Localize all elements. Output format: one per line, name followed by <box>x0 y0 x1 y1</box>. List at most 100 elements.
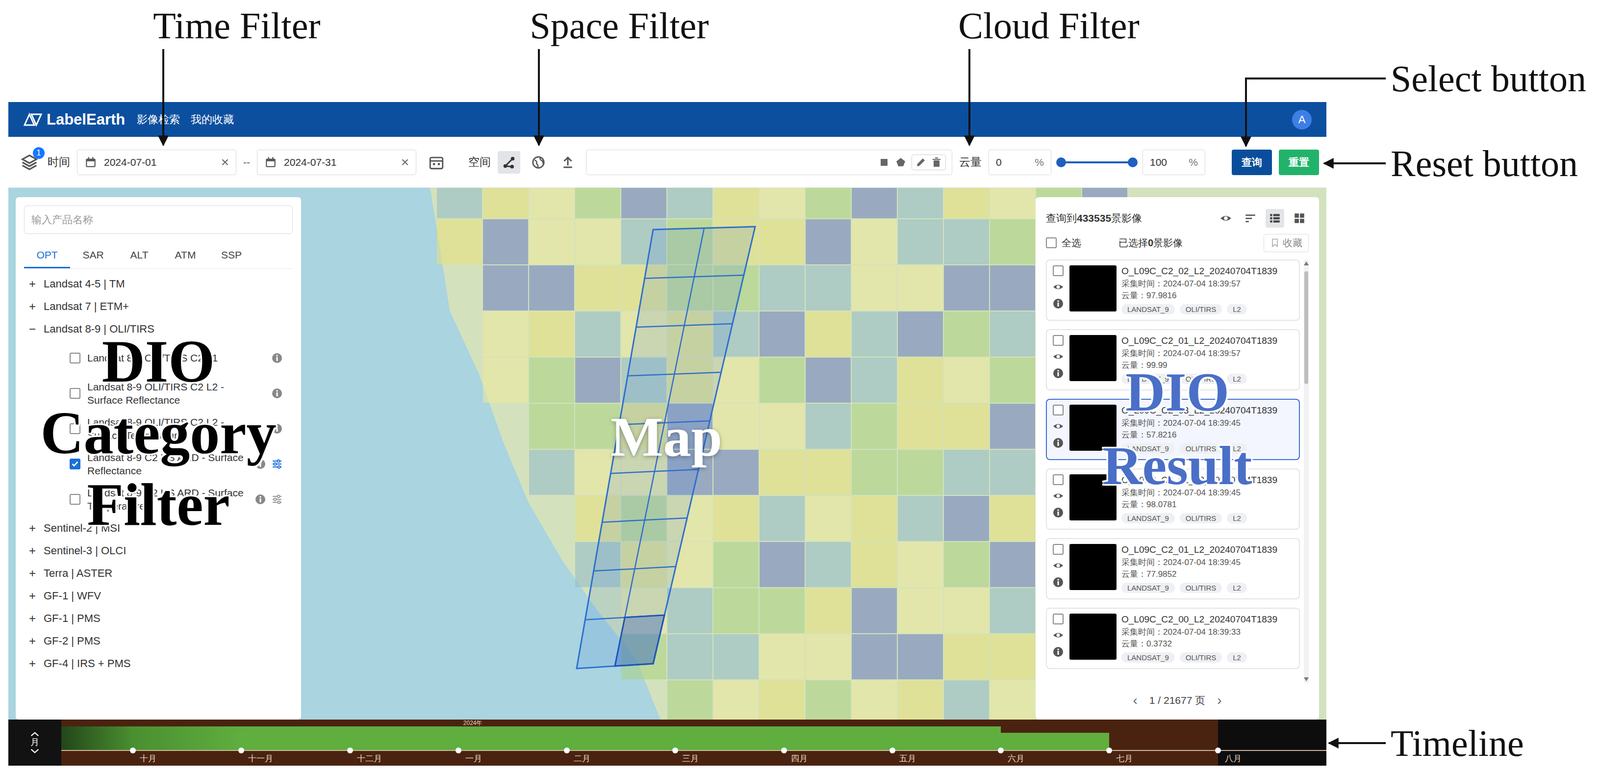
chevron-up-icon[interactable] <box>29 731 41 737</box>
nav-link[interactable]: 影像检索 <box>135 110 181 129</box>
eye-icon[interactable] <box>1052 350 1065 363</box>
sort-button[interactable] <box>1241 208 1260 228</box>
visibility-button[interactable] <box>1216 208 1236 228</box>
trash-icon[interactable] <box>930 156 943 169</box>
info-icon[interactable] <box>254 493 267 506</box>
space-mode-button[interactable] <box>556 151 580 174</box>
selected-footprint[interactable] <box>614 614 665 666</box>
result-checkbox[interactable] <box>1052 474 1064 485</box>
eye-icon[interactable] <box>1052 420 1065 432</box>
result-card[interactable]: O_L09C_C2_00_L2_20240704T1839采集时间：2024-0… <box>1045 607 1300 669</box>
timeline-month[interactable]: 三月 <box>675 719 784 766</box>
scrollbar[interactable] <box>1303 259 1309 684</box>
expand-toggle[interactable]: + <box>26 588 38 603</box>
timeline-month[interactable]: 六月 <box>1000 719 1110 766</box>
select-all-checkbox[interactable] <box>1045 237 1057 249</box>
result-card[interactable]: O_L09C_C2_01_L2_20240704T1839采集时间：2024-0… <box>1045 537 1300 600</box>
sensor-tab[interactable]: OPT <box>24 242 71 269</box>
slider-handle[interactable] <box>1127 157 1138 168</box>
eye-icon[interactable] <box>1052 489 1065 502</box>
info-icon[interactable] <box>1052 367 1065 380</box>
eye-icon[interactable] <box>1052 629 1065 641</box>
info-icon[interactable] <box>1052 506 1065 519</box>
eye-icon[interactable] <box>1052 280 1065 293</box>
user-avatar[interactable]: A <box>1292 109 1312 130</box>
expand-toggle[interactable]: + <box>26 521 38 535</box>
slider-handle[interactable] <box>1056 157 1067 168</box>
tree-group[interactable]: +Landsat 4-5 | TM <box>24 272 293 296</box>
tree-item[interactable]: Landsat 8-9 OLI/TIRS C2 L1 <box>24 340 293 376</box>
tree-item[interactable]: Landsat 8-9 OLI/TIRS C2 L2 - Surface Tem… <box>24 410 293 447</box>
timeline-month[interactable]: 二月 <box>566 719 676 766</box>
scene-thumbnail[interactable] <box>1069 613 1117 660</box>
timeline-month[interactable]: 十一月 <box>241 719 350 766</box>
scene-thumbnail[interactable] <box>1069 474 1117 521</box>
tree-group[interactable]: +Landsat 7 | ETM+ <box>24 295 293 318</box>
checkbox[interactable] <box>69 458 81 470</box>
result-checkbox[interactable] <box>1052 543 1064 555</box>
tree-item[interactable]: Landsat 8-9 OLI/TIRS C2 L2 - Surface Ref… <box>24 375 293 411</box>
product-search-input[interactable]: 输入产品名称 <box>24 205 293 234</box>
view-toggle[interactable] <box>1290 208 1309 228</box>
end-date-input[interactable]: 2024-07-31× <box>256 149 417 176</box>
sensor-tab[interactable]: SAR <box>70 242 117 269</box>
timeline[interactable]: 月十月十一月十二月2024年一月二月三月四月五月六月七月八月 <box>8 719 1327 766</box>
clear-button[interactable]: × <box>221 155 229 170</box>
timeline-month[interactable]: 八月 <box>1218 719 1327 766</box>
select-all-label[interactable]: 全选 <box>1061 236 1082 250</box>
info-icon[interactable] <box>254 457 267 470</box>
start-date-input[interactable]: 2024-07-01× <box>76 149 237 176</box>
settings-sliders-icon[interactable] <box>271 457 283 470</box>
sensor-tab[interactable]: SSP <box>208 242 255 269</box>
timeline-unit-control[interactable]: 月 <box>8 719 62 766</box>
timeline-month[interactable]: 十二月 <box>350 719 459 766</box>
layers-button[interactable]: 1 <box>18 151 41 174</box>
result-card[interactable]: O_L09C_C2_01_L2_20240704T1839采集时间：2024-0… <box>1045 329 1300 391</box>
expand-toggle[interactable]: − <box>26 322 38 336</box>
clear-button[interactable]: × <box>401 155 409 170</box>
info-icon[interactable] <box>271 387 283 400</box>
expand-toggle[interactable]: + <box>26 277 38 291</box>
expand-toggle[interactable]: + <box>26 634 38 648</box>
timeline-month[interactable]: 2024年一月 <box>458 719 567 766</box>
expand-toggle[interactable]: + <box>26 656 38 671</box>
info-icon[interactable] <box>271 422 283 435</box>
cloud-max-input[interactable]: 100% <box>1142 149 1206 176</box>
result-card[interactable]: O_L09C_C2_03_L2_20240704T1839采集时间：2024-0… <box>1045 398 1300 460</box>
tree-group[interactable]: +GF-1 | WFV <box>24 584 293 608</box>
expand-toggle[interactable]: + <box>26 566 38 581</box>
sensor-tab[interactable]: ATM <box>162 242 209 269</box>
tree-group[interactable]: +GF-2 | PMS <box>24 629 293 653</box>
info-icon[interactable] <box>1052 645 1065 658</box>
tree-group[interactable]: +GF-1 | PMS <box>24 607 293 630</box>
scene-thumbnail[interactable] <box>1069 265 1117 312</box>
tree-item[interactable]: Landsat 8-9 C2 US ARD - Surface Temperat… <box>24 481 293 517</box>
timeline-month[interactable]: 五月 <box>892 719 1001 766</box>
timeline-month[interactable]: 七月 <box>1109 719 1218 766</box>
scroll-up-icon[interactable] <box>1303 261 1309 266</box>
chevron-down-icon[interactable] <box>29 748 41 754</box>
geometry-input[interactable] <box>585 149 953 176</box>
reset-button[interactable]: 重置 <box>1278 149 1320 176</box>
tree-group[interactable]: +GF-4 | IRS + PMS <box>24 652 293 675</box>
scene-thumbnail[interactable] <box>1069 404 1117 451</box>
result-checkbox[interactable] <box>1052 265 1064 277</box>
result-card[interactable]: O_L09C_C2_02_L2_20240704T1839采集时间：2024-0… <box>1045 259 1300 321</box>
result-checkbox[interactable] <box>1052 404 1064 416</box>
timeline-month[interactable]: 四月 <box>784 719 893 766</box>
result-checkbox[interactable] <box>1052 613 1064 625</box>
info-icon[interactable] <box>1052 436 1065 449</box>
info-icon[interactable] <box>1052 297 1065 310</box>
query-button[interactable]: 查询 <box>1231 149 1272 176</box>
space-mode-button[interactable] <box>527 151 550 174</box>
eye-icon[interactable] <box>1052 559 1065 572</box>
tree-group[interactable]: +Sentinel-2 | MSI <box>24 516 293 540</box>
scene-thumbnail[interactable] <box>1069 334 1117 381</box>
rectangle-tool-icon[interactable] <box>878 156 890 169</box>
pencil-icon[interactable] <box>914 156 927 169</box>
space-mode-button[interactable] <box>497 151 521 174</box>
checkbox[interactable] <box>69 352 81 364</box>
tree-group[interactable]: +Sentinel-3 | OLCI <box>24 539 293 562</box>
expand-toggle[interactable]: + <box>26 299 38 314</box>
scroll-down-icon[interactable] <box>1303 677 1309 682</box>
